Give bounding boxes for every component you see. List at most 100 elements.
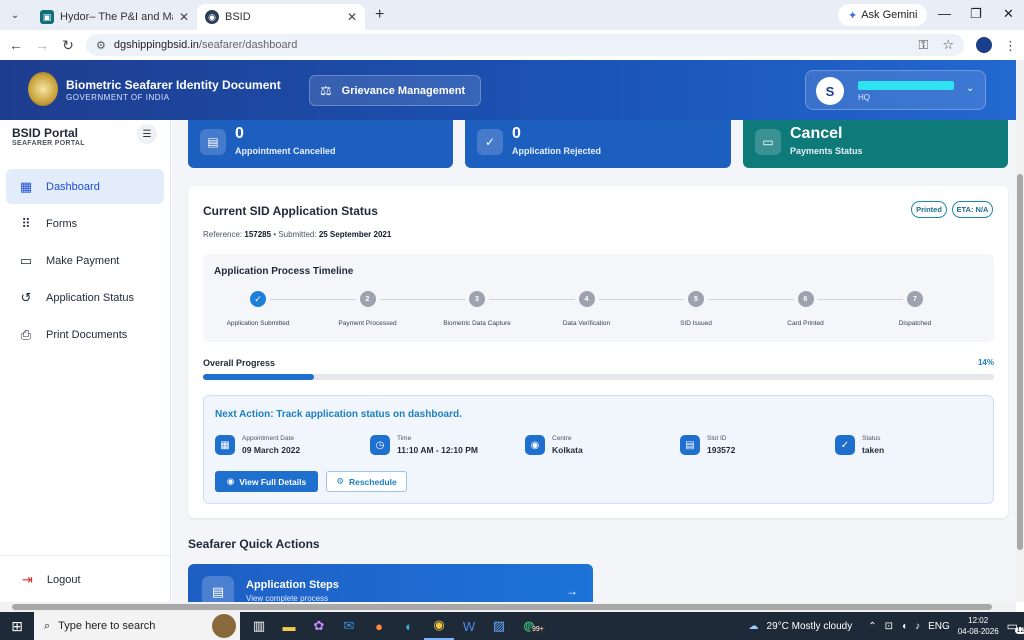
minimize-icon[interactable]: —: [938, 6, 951, 21]
system-tray: ☁ 29°C Mostly cloudy ⌃ ⊡ ◖ ♪ ENG 12:02 0…: [749, 612, 1024, 640]
logout-button[interactable]: ⇥ Logout: [22, 572, 81, 588]
ask-gemini-button[interactable]: ✦ Ask Gemini: [838, 4, 928, 26]
word-icon[interactable]: W: [454, 612, 484, 640]
application-steps-card[interactable]: ▤ Application Steps View complete proces…: [188, 564, 593, 602]
chrome-icon[interactable]: ◉: [424, 612, 454, 640]
submitted-label: • Submitted:: [273, 230, 317, 239]
sidebar-item-print-documents[interactable]: ⎙ Print Documents: [6, 317, 164, 352]
notification-count: 12: [1014, 627, 1024, 634]
detail-value: 11:10 AM - 12:10 PM: [397, 445, 478, 455]
photos-icon[interactable]: ▨: [484, 612, 514, 640]
stat-card-appointment-cancelled[interactable]: ▤ 0 Appointment Cancelled: [188, 120, 453, 168]
redacted-user-name: [858, 81, 954, 90]
taskbar-search-input[interactable]: ⌕ Type here to search: [34, 612, 240, 640]
sidebar-divider: [0, 555, 171, 556]
browser-tab-hydor[interactable]: ▣ Hydor– The P&I and Marine Lia ✕: [32, 4, 197, 30]
close-tab-icon[interactable]: ✕: [347, 10, 357, 24]
site-settings-icon[interactable]: ⚙: [96, 39, 106, 52]
card-icon: ▭: [755, 129, 781, 155]
user-menu[interactable]: S HQ ⌄: [805, 70, 986, 110]
eta-badge: ETA: N/A: [952, 201, 993, 218]
close-window-icon[interactable]: ✕: [1003, 6, 1014, 22]
search-icon: ⌕: [44, 619, 51, 632]
sidebar-item-label: Application Status: [46, 291, 135, 304]
stat-card-application-rejected[interactable]: ✓ 0 Application Rejected: [465, 120, 731, 168]
bsid-favicon-icon: ◉: [205, 10, 219, 24]
back-icon[interactable]: ←: [4, 37, 28, 53]
volume-icon[interactable]: ◖: [901, 621, 907, 632]
progress-percent: 14%: [977, 358, 994, 367]
step-complete-icon: ✓: [250, 291, 266, 307]
main-content: ▤ 0 Appointment Cancelled ✓ 0 Applicatio…: [172, 120, 1016, 602]
firefox-icon[interactable]: ●: [364, 612, 394, 640]
browser-tab-bsid[interactable]: ◉ BSID ✕: [197, 4, 365, 30]
reschedule-button[interactable]: ⚙ Reschedule: [326, 471, 407, 492]
app-header: Biometric Seafarer Identity Document GOV…: [0, 60, 1016, 120]
url-field[interactable]: ⚙ dgshippingbsid.in/seafarer/dashboard ⚿…: [86, 34, 964, 56]
sidebar-item-dashboard[interactable]: ▦ Dashboard: [6, 169, 164, 204]
document-icon: ▤: [202, 576, 234, 602]
printer-icon: ⎙: [20, 326, 32, 342]
logout-label: Logout: [46, 574, 81, 586]
browser-menu-icon[interactable]: ⋮: [1004, 38, 1017, 54]
progress-label: Overall Progress: [203, 358, 276, 368]
sidebar-item-label: Print Documents: [46, 328, 128, 341]
sidebar-item-application-status[interactable]: ↺ Application Status: [6, 280, 164, 315]
sidebar-toggle-button[interactable]: ☰: [137, 124, 157, 144]
weather-icon: ☁: [748, 620, 759, 632]
timeline-step-number: 6: [797, 291, 814, 307]
new-tab-button[interactable]: +: [375, 6, 384, 24]
history-icon: ↺: [20, 289, 32, 305]
network-icon[interactable]: ⊡: [885, 621, 893, 632]
forward-icon[interactable]: →: [30, 37, 54, 53]
detail-time: ◷ Time 11:10 AM - 12:10 PM: [370, 434, 520, 460]
quick-action-subtitle[interactable]: View complete process: [246, 594, 328, 602]
bookmark-star-icon[interactable]: ☆: [942, 37, 954, 53]
copilot-icon[interactable]: ✿: [304, 612, 334, 640]
language-indicator[interactable]: ENG: [928, 621, 950, 632]
sidebar-item-label: Dashboard: [46, 180, 100, 193]
timeline-connector: [708, 299, 794, 300]
reload-icon[interactable]: ↻: [56, 37, 80, 54]
check-circle-icon: ✓: [477, 129, 503, 155]
stat-value: Cancel: [790, 125, 843, 142]
clock-icon: ◷: [370, 435, 390, 455]
view-full-details-button[interactable]: ◉ View Full Details: [215, 471, 318, 492]
sidebar-subtitle: SEAFARER PORTAL: [12, 140, 85, 147]
timeline-step-label: Payment Processed: [338, 320, 397, 327]
notifications-icon[interactable]: ▭ 12: [1007, 619, 1024, 634]
sidebar-title: BSID Portal: [12, 126, 79, 140]
button-label: Reschedule: [348, 476, 397, 487]
browser-profile-icon[interactable]: [976, 37, 992, 53]
file-explorer-icon[interactable]: ▬: [274, 612, 304, 640]
sidebar-item-make-payment[interactable]: ▭ Make Payment: [6, 243, 164, 278]
windows-start-icon[interactable]: ⊞: [0, 612, 34, 640]
task-view-icon[interactable]: ▥: [244, 612, 274, 640]
clock[interactable]: 12:02 04-08-2026: [958, 615, 999, 637]
timeline-connector: [489, 299, 575, 300]
grievance-management-button[interactable]: ⚖ Grievance Management: [309, 75, 481, 106]
chevron-down-icon[interactable]: ⌄: [966, 83, 974, 94]
speaker-icon[interactable]: ♪: [915, 621, 920, 632]
restore-icon[interactable]: ❐: [970, 6, 982, 22]
detail-status: ✓ Status taken: [835, 434, 985, 460]
tab-search-button[interactable]: ⌄: [4, 4, 26, 26]
chevron-up-icon[interactable]: ⌃: [868, 621, 876, 632]
outlook-icon[interactable]: ✉: [334, 612, 364, 640]
weather-text[interactable]: 29°C Mostly cloudy: [767, 621, 853, 632]
logout-icon: ⇥: [22, 572, 33, 587]
reference-line: Reference: 157285 • Submitted: 25 Septem…: [203, 230, 391, 239]
stat-card-payments-status[interactable]: ▭ Cancel Payments Status: [743, 120, 1008, 168]
gemini-sparkle-icon: ✦: [848, 9, 858, 22]
vertical-scrollbar-thumb[interactable]: [1017, 174, 1023, 550]
address-bar-row: ← → ↻ ⚙ dgshippingbsid.in/seafarer/dashb…: [0, 30, 1024, 60]
horizontal-scrollbar-thumb[interactable]: [12, 604, 992, 610]
sidebar-item-forms[interactable]: ⠿ Forms: [6, 206, 164, 241]
grievance-label: Grievance Management: [341, 84, 466, 97]
whatsapp-icon[interactable]: ◍ 99+: [514, 612, 546, 640]
edge-icon[interactable]: ◐: [394, 612, 424, 640]
password-key-icon[interactable]: ⚿: [918, 37, 928, 53]
detail-value: 09 March 2022: [242, 445, 301, 455]
close-tab-icon[interactable]: ✕: [179, 10, 189, 24]
gear-icon: ⚙: [336, 476, 344, 486]
